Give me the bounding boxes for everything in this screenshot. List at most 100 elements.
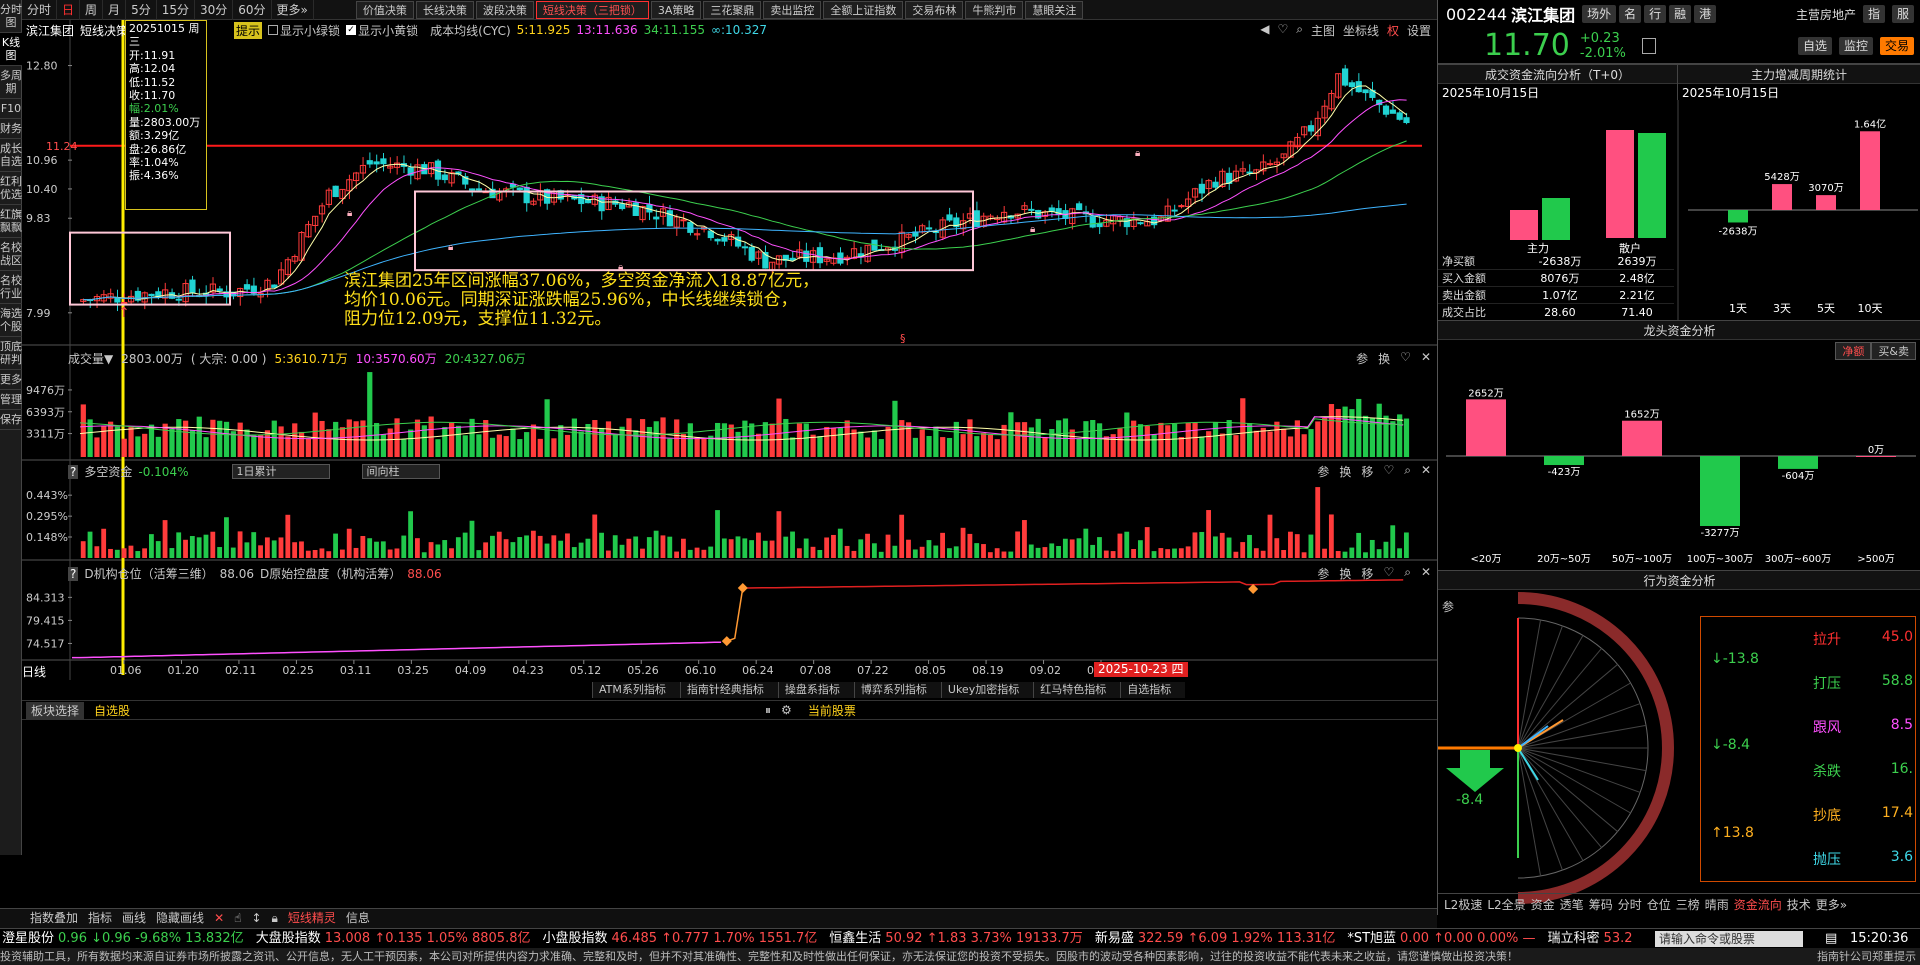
strategy-button-9[interactable]: 牛熊判市 bbox=[965, 1, 1024, 19]
dk-mode-select[interactable]: 间向柱 bbox=[362, 464, 441, 479]
indicator-tab-6[interactable]: 自选指标 bbox=[1120, 682, 1186, 698]
service-button[interactable]: 服 bbox=[1891, 5, 1914, 23]
gear-icon[interactable]: ⚙ bbox=[781, 703, 792, 717]
stock-tag-button-4[interactable]: 港 bbox=[1694, 5, 1717, 23]
zoom-icon[interactable]: ⌕ bbox=[1404, 565, 1411, 582]
coord-line-button[interactable]: 坐标线 bbox=[1343, 22, 1379, 39]
param-button[interactable]: 参 bbox=[1317, 463, 1329, 480]
zoom-icon[interactable]: ⌕ bbox=[1404, 463, 1411, 480]
green-lock-checkbox[interactable]: 显示小绿锁 bbox=[268, 22, 340, 39]
right-tab-4[interactable]: 筹码 bbox=[1589, 896, 1613, 913]
monitor-button[interactable]: 监控 bbox=[1838, 36, 1873, 55]
param-button[interactable]: 参 bbox=[1356, 350, 1368, 367]
indicator-tab-2[interactable]: 操盘系指标 bbox=[777, 682, 854, 698]
param-button[interactable]: 参 bbox=[1317, 565, 1329, 582]
strategy-button-4[interactable]: 3A策略 bbox=[650, 1, 702, 19]
sidebar-item-10[interactable]: 海选个股 bbox=[0, 304, 22, 337]
right-tab-0[interactable]: L2极速 bbox=[1444, 896, 1482, 913]
sidebar-item-0[interactable]: 分时图 bbox=[0, 0, 22, 33]
trade-button[interactable]: 交易 bbox=[1879, 36, 1914, 55]
rights-button[interactable]: 权 bbox=[1387, 22, 1399, 39]
strategy-button-0[interactable]: 价值决策 bbox=[355, 1, 414, 19]
swap-button[interactable]: 换 bbox=[1378, 350, 1390, 367]
heart-icon[interactable]: ♡ bbox=[1383, 565, 1394, 582]
right-tab-8[interactable]: 晴雨 bbox=[1705, 896, 1729, 913]
strategy-button-6[interactable]: 卖出监控 bbox=[763, 1, 822, 19]
hint-badge[interactable]: 提示 bbox=[234, 21, 263, 39]
buy-sell-tab[interactable]: 买&卖 bbox=[1871, 342, 1916, 360]
strategy-button-10[interactable]: 慧眼关注 bbox=[1025, 1, 1084, 19]
dk-period-select[interactable]: 1日累计 bbox=[232, 464, 331, 479]
sidebar-item-6[interactable]: 红利优选 bbox=[0, 172, 22, 205]
right-tab-9[interactable]: 资金流向 bbox=[1734, 896, 1782, 913]
index-overlay-button[interactable]: 指数叠加 bbox=[30, 909, 78, 928]
stock-tag-button-1[interactable]: 名 bbox=[1619, 5, 1642, 23]
strategy-button-8[interactable]: 交易布林 bbox=[905, 1, 964, 19]
period-tab-8[interactable]: 更多» bbox=[272, 0, 314, 20]
indicator-name[interactable]: 短线决策 bbox=[80, 22, 128, 39]
help-icon[interactable]: ? bbox=[68, 566, 79, 581]
sidebar-item-11[interactable]: 顶底研判 bbox=[0, 337, 22, 370]
command-input[interactable]: 请输入命令或股票 bbox=[1655, 931, 1803, 947]
right-tab-11[interactable]: 更多» bbox=[1816, 896, 1847, 913]
ticker-item[interactable]: 小盘股指数 46.485 ↑0.777 1.70% 1551.7亿 bbox=[542, 929, 817, 949]
move-icon[interactable]: ↕ bbox=[251, 909, 261, 928]
move-button[interactable]: 移 bbox=[1361, 565, 1373, 582]
right-tab-3[interactable]: 透笔 bbox=[1560, 896, 1584, 913]
stock-tag-button-2[interactable]: 行 bbox=[1644, 5, 1667, 23]
sidebar-item-4[interactable]: 财务 bbox=[0, 119, 22, 139]
right-tab-7[interactable]: 三榜 bbox=[1676, 896, 1700, 913]
ticker-item[interactable]: *ST旭蓝 0.00 ↑0.00 0.00% — bbox=[1347, 929, 1535, 949]
swap-button[interactable]: 换 bbox=[1339, 463, 1351, 480]
strategy-button-1[interactable]: 长线决策 bbox=[415, 1, 474, 19]
period-tab-2[interactable]: 周 bbox=[80, 0, 104, 20]
period-tab-1[interactable]: 日 bbox=[57, 0, 81, 20]
index-button[interactable]: 指 bbox=[1862, 5, 1885, 23]
sidebar-item-14[interactable]: 保存 bbox=[0, 410, 22, 430]
yellow-lock-checkbox[interactable]: ✓ 显示小黄锁 bbox=[346, 22, 418, 39]
sidebar-item-8[interactable]: 名校战区 bbox=[0, 238, 22, 271]
pause-icon[interactable]: ⏸ bbox=[765, 703, 771, 718]
help-icon[interactable]: ? bbox=[68, 464, 79, 479]
right-tab-6[interactable]: 仓位 bbox=[1647, 896, 1671, 913]
indicator-tab-3[interactable]: 博弈系列指标 bbox=[853, 682, 941, 698]
sidebar-item-9[interactable]: 名校行业 bbox=[0, 271, 22, 304]
close-icon[interactable]: ✕ bbox=[1421, 565, 1431, 582]
sidebar-item-1[interactable]: K线图 bbox=[0, 33, 22, 66]
strategy-button-2[interactable]: 波段决策 bbox=[475, 1, 534, 19]
hide-lines-button[interactable]: 隐藏画线 bbox=[156, 909, 204, 928]
ticker-item[interactable]: 澄星股份 0.96 ↓0.96 -9.68% 13.832亿 bbox=[2, 929, 244, 949]
strategy-button-5[interactable]: 三花聚鼎 bbox=[703, 1, 762, 19]
indicator-tab-1[interactable]: 指南针经典指标 bbox=[679, 682, 778, 698]
period-tab-7[interactable]: 60分 bbox=[233, 0, 272, 20]
ticker-item[interactable]: 恒鑫生活 50.92 ↑1.83 3.73% 19133.7万 bbox=[829, 929, 1083, 949]
close-icon[interactable]: ✕ bbox=[1421, 463, 1431, 480]
right-tab-1[interactable]: L2全景 bbox=[1487, 896, 1525, 913]
heart-icon[interactable]: ♡ bbox=[1277, 22, 1288, 39]
sidebar-item-7[interactable]: 红旗飘飘 bbox=[0, 205, 22, 238]
search-icon[interactable]: ⌕ bbox=[1296, 22, 1303, 39]
short-line-spirit-tab[interactable]: 短线精灵 bbox=[288, 909, 336, 928]
watchlist-button[interactable]: 自选 bbox=[1797, 36, 1832, 55]
volume-title[interactable]: 成交量▼ bbox=[68, 350, 113, 367]
sidebar-item-3[interactable]: F10 bbox=[0, 99, 22, 119]
net-tab[interactable]: 净额 bbox=[1835, 342, 1872, 360]
info-tab[interactable]: 信息 bbox=[346, 909, 370, 928]
lock-icon[interactable]: 🔒︎ bbox=[272, 909, 278, 928]
period-tab-3[interactable]: 月 bbox=[103, 0, 127, 20]
indicator-tab-0[interactable]: ATM系列指标 bbox=[592, 682, 680, 698]
right-tab-10[interactable]: 技术 bbox=[1787, 896, 1811, 913]
period-tab-5[interactable]: 15分 bbox=[157, 0, 195, 20]
draw-line-button[interactable]: 画线 bbox=[122, 909, 146, 928]
strategy-button-3[interactable]: 短线决策（三把锁） bbox=[535, 1, 649, 19]
behavior-param[interactable]: 参 bbox=[1442, 598, 1454, 615]
move-button[interactable]: 移 bbox=[1361, 463, 1373, 480]
sidebar-item-13[interactable]: 管理 bbox=[0, 390, 22, 410]
heart-icon[interactable]: ♡ bbox=[1383, 463, 1394, 480]
calculator-icon[interactable] bbox=[1641, 37, 1656, 54]
close-icon[interactable]: ✕ bbox=[214, 909, 224, 928]
stock-tag-button-3[interactable]: 融 bbox=[1669, 5, 1692, 23]
pointer-icon[interactable]: ☝ bbox=[234, 909, 241, 928]
strategy-button-7[interactable]: 全额上证指数 bbox=[823, 1, 904, 19]
ticker-item[interactable]: 新易盛 322.59 ↑6.09 1.92% 113.31亿 bbox=[1095, 929, 1336, 949]
